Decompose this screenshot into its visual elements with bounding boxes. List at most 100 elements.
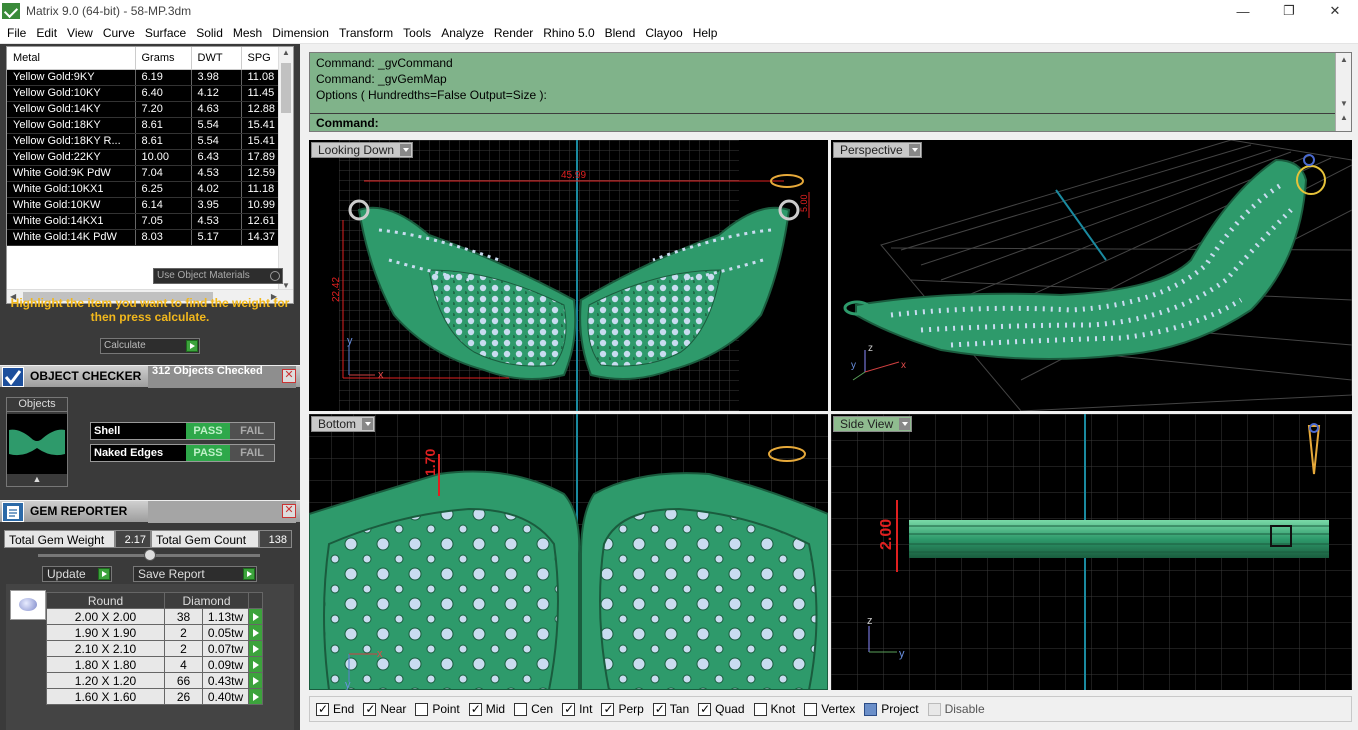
menu-edit[interactable]: Edit [31, 26, 62, 40]
osnap-project[interactable]: Project [864, 702, 919, 716]
col-dwt[interactable]: DWT [191, 47, 242, 70]
metal-row[interactable]: Yellow Gold:10KY 6.40 4.12 11.45 [7, 85, 280, 102]
menu-help[interactable]: Help [688, 26, 723, 40]
menu-transform[interactable]: Transform [334, 26, 398, 40]
col-grams[interactable]: Grams [135, 47, 192, 70]
select-arrow-icon[interactable] [248, 672, 263, 689]
osnap-checkbox[interactable] [363, 702, 377, 716]
osnap-checkbox[interactable] [468, 702, 482, 716]
update-button[interactable]: Update [42, 566, 112, 582]
osnap-checkbox[interactable] [562, 702, 576, 716]
expand-icon[interactable]: ▲ [7, 474, 67, 484]
osnap-knot[interactable]: Knot [753, 702, 795, 716]
metal-list-vscroll[interactable]: ▲ ▼ [278, 47, 293, 291]
menu-rhino[interactable]: Rhino 5.0 [538, 26, 599, 40]
save-report-button[interactable]: Save Report [133, 566, 257, 582]
menu-mesh[interactable]: Mesh [228, 26, 267, 40]
osnap-quad[interactable]: Quad [698, 702, 745, 716]
osnap-checkbox[interactable] [415, 702, 429, 716]
metal-row[interactable]: Yellow Gold:9KY 6.19 3.98 11.08 [7, 69, 280, 86]
minimize-icon[interactable]: — [1220, 0, 1266, 22]
gem-row[interactable]: 2.10 X 2.10 2 0.07tw [46, 640, 263, 657]
osnap-vertex[interactable]: Vertex [804, 702, 855, 716]
restore-icon[interactable]: ❐ [1266, 0, 1312, 22]
scroll-up-icon[interactable]: ▲ [1340, 55, 1348, 64]
osnap-checkbox[interactable] [601, 702, 615, 716]
osnap-checkbox[interactable] [927, 702, 941, 716]
osnap-checkbox[interactable] [316, 702, 329, 716]
menu-curve[interactable]: Curve [98, 26, 140, 40]
scroll-up-icon[interactable]: ▲ [1340, 113, 1348, 122]
metal-row[interactable]: White Gold:10KW 6.14 3.95 10.99 [7, 197, 280, 214]
osnap-point[interactable]: Point [415, 702, 460, 716]
scroll-down-icon[interactable]: ▼ [1340, 99, 1348, 108]
gem-row[interactable]: 2.00 X 2.00 38 1.13tw [46, 608, 263, 625]
menu-file[interactable]: File [2, 26, 31, 40]
gem-row[interactable]: 1.90 X 1.90 2 0.05tw [46, 624, 263, 641]
menu-clayoo[interactable]: Clayoo [640, 26, 687, 40]
select-arrow-icon[interactable] [248, 640, 263, 657]
menu-surface[interactable]: Surface [140, 26, 191, 40]
viewport-label-perspective[interactable]: Perspective [833, 142, 922, 158]
osnap-int[interactable]: Int [562, 702, 592, 716]
metal-row[interactable]: White Gold:14KX1 7.05 4.53 12.61 [7, 213, 280, 230]
objects-thumbnail[interactable] [7, 414, 67, 474]
osnap-end[interactable]: End [316, 702, 354, 716]
osnap-near[interactable]: Near [363, 702, 406, 716]
metal-row[interactable]: Yellow Gold:22KY 10.00 6.43 17.89 [7, 149, 280, 166]
use-object-materials-toggle[interactable]: Use Object Materials [153, 268, 283, 284]
select-arrow-icon[interactable] [248, 608, 263, 625]
gem-row[interactable]: 1.80 X 1.80 4 0.09tw [46, 656, 263, 673]
metal-row[interactable]: Yellow Gold:14KY 7.20 4.63 12.88 [7, 101, 280, 118]
metal-row[interactable]: White Gold:10KX1 6.25 4.02 11.18 [7, 181, 280, 198]
perspective-wings [843, 154, 1326, 360]
osnap-checkbox[interactable] [514, 702, 528, 716]
osnap-checkbox[interactable] [698, 702, 712, 716]
viewport-label-looking-down[interactable]: Looking Down [311, 142, 414, 158]
select-arrow-icon[interactable] [248, 688, 263, 705]
select-arrow-icon[interactable] [248, 624, 263, 641]
osnap-disable[interactable]: Disable [927, 702, 985, 716]
viewport-perspective[interactable]: z x y Perspective [831, 140, 1352, 411]
scroll-up-icon[interactable]: ▲ [282, 48, 290, 57]
osnap-checkbox[interactable] [753, 702, 767, 716]
menu-blend[interactable]: Blend [600, 26, 641, 40]
gem-row[interactable]: 1.60 X 1.60 26 0.40tw [46, 688, 263, 705]
osnap-perp[interactable]: Perp [601, 702, 644, 716]
menu-tools[interactable]: Tools [398, 26, 436, 40]
metal-row[interactable]: Yellow Gold:18KY R... 8.61 5.54 15.41 [7, 133, 280, 150]
menu-analyze[interactable]: Analyze [436, 26, 489, 40]
command-scrollbar[interactable]: ▲ ▼ ▲ [1335, 53, 1351, 131]
menu-view[interactable]: View [62, 26, 98, 40]
viewport-bottom[interactable]: 1.70 y x Bottom [309, 414, 828, 690]
col-spg[interactable]: SPG [241, 47, 280, 70]
scroll-thumb[interactable] [281, 63, 291, 113]
slider-knob[interactable] [144, 549, 156, 561]
osnap-checkbox[interactable] [804, 702, 818, 716]
viewport-label-side-view[interactable]: Side View [833, 416, 913, 432]
close-icon[interactable]: ✕ [282, 369, 296, 383]
calculate-button[interactable]: Calculate [100, 338, 200, 354]
menu-dimension[interactable]: Dimension [267, 26, 334, 40]
metal-row[interactable]: White Gold:14K PdW 8.03 5.17 14.37 [7, 229, 280, 246]
col-metal[interactable]: Metal [7, 47, 136, 70]
osnap-mid[interactable]: Mid [468, 702, 505, 716]
select-arrow-icon[interactable] [248, 656, 263, 673]
metal-row[interactable]: Yellow Gold:18KY 8.61 5.54 15.41 [7, 117, 280, 134]
close-icon[interactable]: ✕ [282, 504, 296, 518]
gem-slider[interactable] [38, 549, 260, 561]
menu-render[interactable]: Render [489, 26, 538, 40]
viewport-looking-down[interactable]: 45.99 22.42 5.00 y x Looking Down [309, 140, 828, 411]
gem-row[interactable]: 1.20 X 1.20 66 0.43tw [46, 672, 263, 689]
close-icon[interactable]: ✕ [1312, 0, 1358, 22]
viewport-label-bottom[interactable]: Bottom [311, 416, 376, 432]
command-prompt[interactable]: Command: [310, 113, 1337, 131]
viewport-side-view[interactable]: 2.00 z y Side View [831, 414, 1352, 690]
osnap-tan[interactable]: Tan [652, 702, 689, 716]
metal-row[interactable]: White Gold:9K PdW 7.04 4.53 12.59 [7, 165, 280, 182]
menu-solid[interactable]: Solid [191, 26, 228, 40]
osnap-checkbox[interactable] [652, 702, 666, 716]
panel-splitter[interactable] [300, 44, 309, 730]
osnap-checkbox[interactable] [864, 702, 878, 716]
osnap-cen[interactable]: Cen [514, 702, 553, 716]
